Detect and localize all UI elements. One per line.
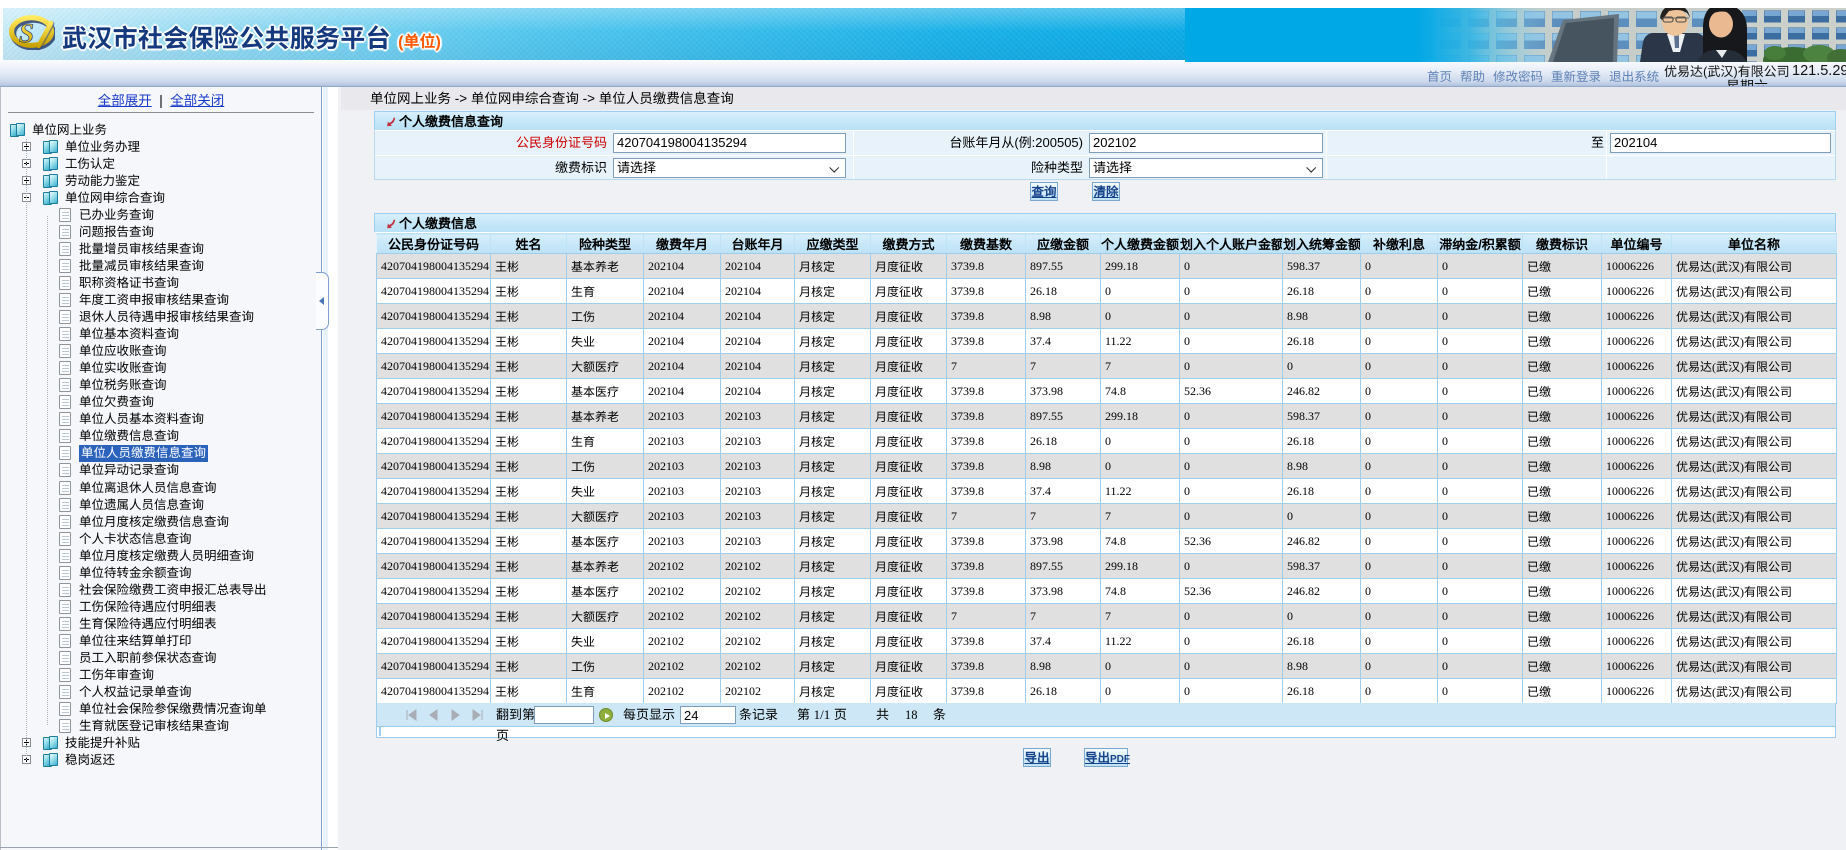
svg-text:S: S [19, 18, 34, 48]
